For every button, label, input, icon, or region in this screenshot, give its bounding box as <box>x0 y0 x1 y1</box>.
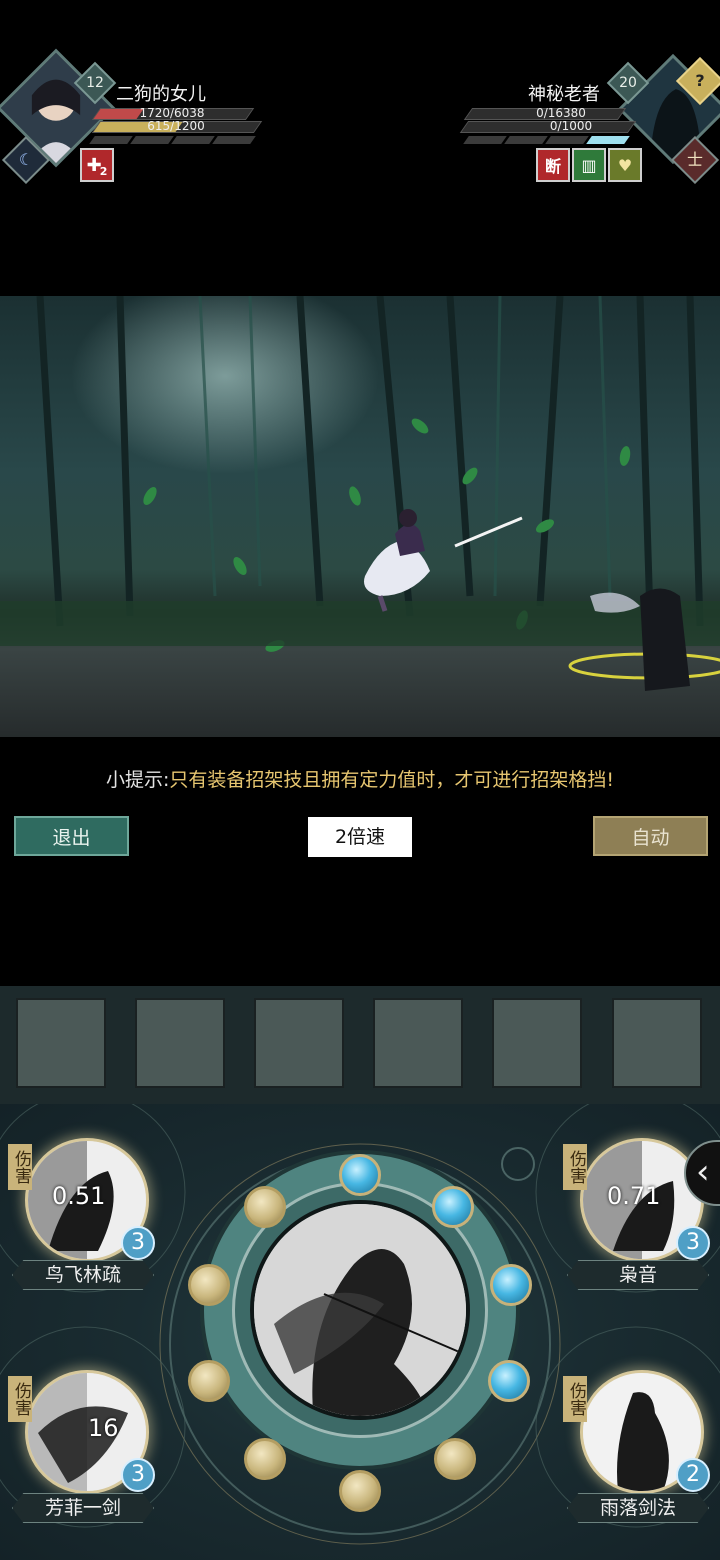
player-name: 二狗的女儿 <box>116 84 206 105</box>
energy-orb-filled <box>432 1186 474 1228</box>
player-hp-text: 1720/6038 <box>139 106 205 120</box>
skill-3-label: 芳菲一剑 <box>12 1493 154 1523</box>
tip-message: 只有装备招架技且拥有定力值时，才可进行招架格挡! <box>169 769 615 791</box>
item-slot[interactable] <box>492 998 582 1088</box>
energy-orb-empty <box>188 1264 230 1306</box>
item-slot[interactable] <box>373 998 463 1088</box>
skill-3-type-tag: 伤害 <box>8 1376 32 1422</box>
skill-4-type-tag: 伤害 <box>563 1376 587 1422</box>
enemy-hp-text: 0/16380 <box>536 106 586 120</box>
skill-3-cooldown: 16 <box>88 1414 119 1442</box>
item-slot-strip <box>0 986 720 1104</box>
enemy-mp-text: 0/1000 <box>549 119 593 133</box>
speed-button[interactable]: 2倍速 <box>308 817 412 857</box>
skill-2-cooldown: 0.71 <box>607 1182 661 1210</box>
ultimate-ink-art <box>254 1204 466 1416</box>
skill-1-type-tag: 伤害 <box>8 1144 32 1190</box>
heroine-character <box>364 509 523 612</box>
chevron-left-icon: ‹ <box>696 1152 710 1192</box>
break-status-icon[interactable]: 断 <box>536 148 570 182</box>
item-slot[interactable] <box>612 998 702 1088</box>
skill-2-charges: 3 <box>676 1226 710 1260</box>
skill-4-label: 雨落剑法 <box>567 1493 709 1523</box>
player-stamina-segments <box>89 136 256 144</box>
energy-orb-filled <box>339 1154 381 1196</box>
energy-orb-empty <box>434 1438 476 1480</box>
tip-prefix: 小提示: <box>105 769 170 791</box>
tip-text: 小提示:只有装备招架技且拥有定力值时，才可进行招架格挡! <box>0 765 720 792</box>
skill-1-charges: 3 <box>121 1226 155 1260</box>
energy-orb-filled <box>490 1264 532 1306</box>
debuff-icon[interactable]: ✚ 2 <box>80 148 114 182</box>
skill-3-charges: 3 <box>121 1458 155 1492</box>
skill-panel: 0.51 伤害 3 鸟飞林疏 0.71 伤害 3 枭音 ‹ 16 伤害 3 芳菲… <box>0 1104 720 1560</box>
skill-2-type-tag: 伤害 <box>563 1144 587 1190</box>
bamboo-forest-background <box>0 296 720 691</box>
energy-orb-empty <box>188 1360 230 1402</box>
energy-orb-empty <box>244 1186 286 1228</box>
enemy-name: 神秘老者 <box>528 84 600 105</box>
energy-orb-empty <box>339 1470 381 1512</box>
item-slot[interactable] <box>254 998 344 1088</box>
player-mp-text: 615/1200 <box>147 119 205 133</box>
skill-4-charges: 2 <box>676 1458 710 1492</box>
battle-scene <box>0 296 720 737</box>
exit-button[interactable]: 退出 <box>14 816 129 856</box>
item-slot[interactable] <box>16 998 106 1088</box>
skill-1-label: 鸟飞林疏 <box>12 1260 154 1290</box>
enemy-stamina-segments <box>463 136 630 144</box>
skill-1-cooldown: 0.51 <box>52 1182 106 1210</box>
item-slot[interactable] <box>135 998 225 1088</box>
broken-heart-icon[interactable]: ♥ <box>608 148 642 182</box>
auto-button[interactable]: 自动 <box>593 816 708 856</box>
energy-orb-empty <box>244 1438 286 1480</box>
energy-orb-filled <box>488 1360 530 1402</box>
skill-2-label: 枭音 <box>567 1260 709 1290</box>
book-icon[interactable]: ▥ <box>572 148 606 182</box>
ultimate-skill-portrait[interactable] <box>250 1200 470 1420</box>
